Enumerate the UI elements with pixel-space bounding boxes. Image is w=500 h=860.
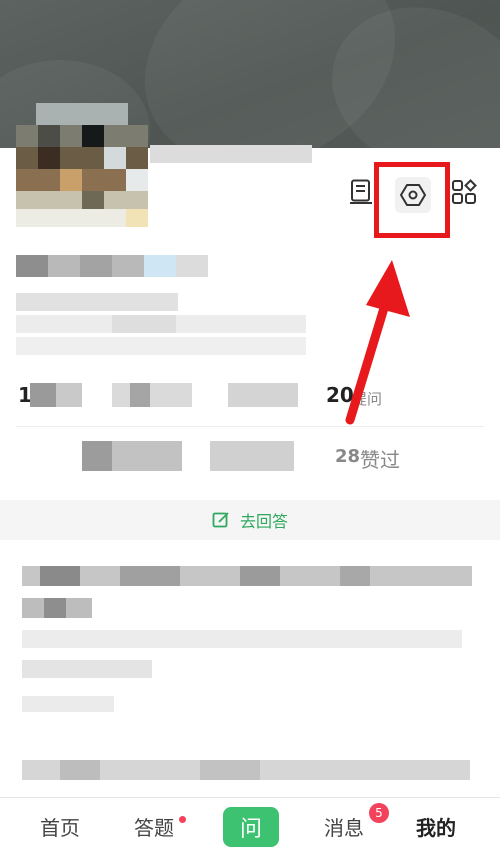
apps-button[interactable] [447, 175, 481, 209]
nav-mine[interactable]: 我的 [416, 812, 456, 841]
grid-icon [452, 179, 477, 204]
annotation-highlight-box [374, 162, 450, 238]
annotation-arrow [345, 260, 410, 425]
likes-count[interactable]: 28 [335, 446, 360, 467]
messages-badge: 5 [369, 803, 389, 823]
go-answer-link[interactable]: 去回答 [0, 500, 500, 540]
likes-label[interactable]: 赞过 [360, 444, 400, 473]
stats-divider [16, 426, 484, 427]
blurred-banner-strip [150, 145, 312, 163]
go-answer-label: 去回答 [239, 512, 288, 531]
nav-home[interactable]: 首页 [40, 812, 80, 841]
nav-ask-button[interactable]: 问 [223, 807, 279, 847]
answer-notification-dot [179, 816, 186, 823]
document-icon [350, 179, 372, 204]
nav-answer[interactable]: 答题 [134, 812, 174, 841]
edit-icon [212, 512, 229, 528]
notes-button[interactable] [344, 175, 378, 209]
avatar[interactable] [16, 103, 148, 227]
nav-messages[interactable]: 消息 [324, 812, 364, 841]
bottom-navigation: 首页 答题 问 消息 5 我的 [0, 797, 500, 860]
